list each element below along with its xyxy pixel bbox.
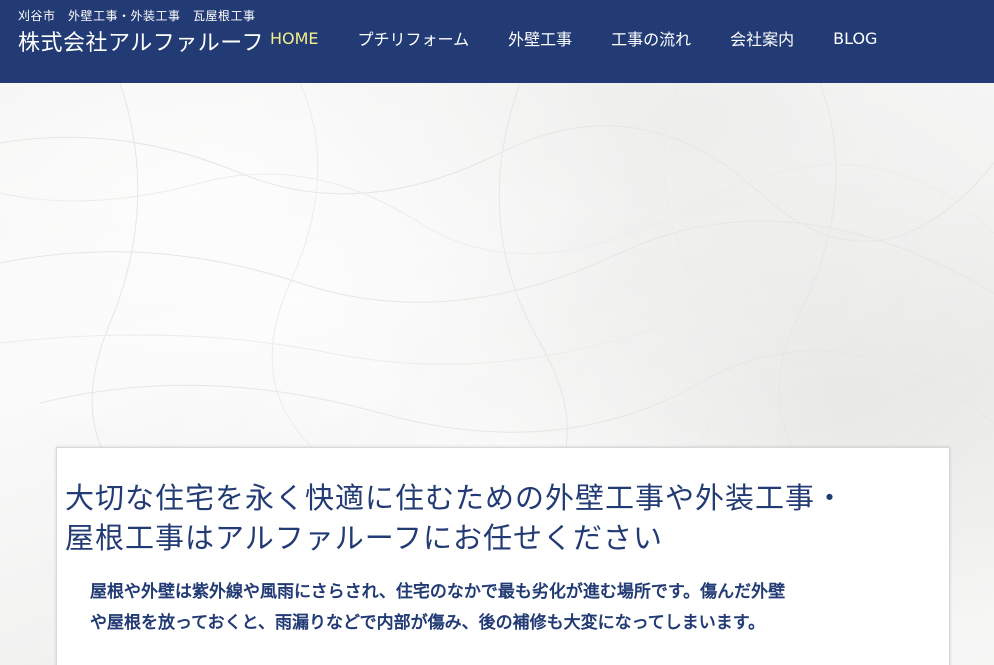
site-header: 刈谷市 外壁工事・外装工事 瓦屋根工事 株式会社アルファルーフ HOME プチリ… (0, 0, 994, 83)
intro-text: 屋根や外壁は紫外線や風雨にさらされ、住宅のなかで最も劣化が進む場所です。傷んだ外… (90, 577, 925, 639)
site-logo-text[interactable]: 株式会社アルファルーフ (18, 25, 264, 57)
intro-heading: 大切な住宅を永く快適に住むための外壁工事や外装工事・ 屋根工事はアルファルーフに… (65, 478, 945, 558)
intro-card: 大切な住宅を永く快適に住むための外壁工事や外装工事・ 屋根工事はアルファルーフに… (56, 447, 950, 665)
intro-text-line2: や屋根を放っておくと、雨漏りなどで内部が傷み、後の補修も大変になってしまいます。 (90, 613, 766, 633)
site-tagline: 刈谷市 外壁工事・外装工事 瓦屋根工事 (18, 9, 256, 23)
nav-item-petit-reform[interactable]: プチリフォーム (358, 26, 470, 50)
intro-heading-line2: 屋根工事はアルファルーフにお任せください (65, 521, 663, 555)
nav-item-exterior-wall[interactable]: 外壁工事 (508, 26, 572, 50)
intro-text-line1: 屋根や外壁は紫外線や風雨にさらされ、住宅のなかで最も劣化が進む場所です。傷んだ外… (90, 582, 786, 602)
nav-item-home[interactable]: HOME (270, 29, 319, 48)
nav-item-construction-flow[interactable]: 工事の流れ (611, 26, 691, 50)
nav-item-blog[interactable]: BLOG (833, 29, 877, 48)
intro-heading-line1: 大切な住宅を永く快適に住むための外壁工事や外装工事・ (65, 481, 846, 515)
nav-item-company[interactable]: 会社案内 (730, 26, 794, 50)
main-nav: HOME プチリフォーム 外壁工事 工事の流れ 会社案内 BLOG (270, 26, 877, 50)
